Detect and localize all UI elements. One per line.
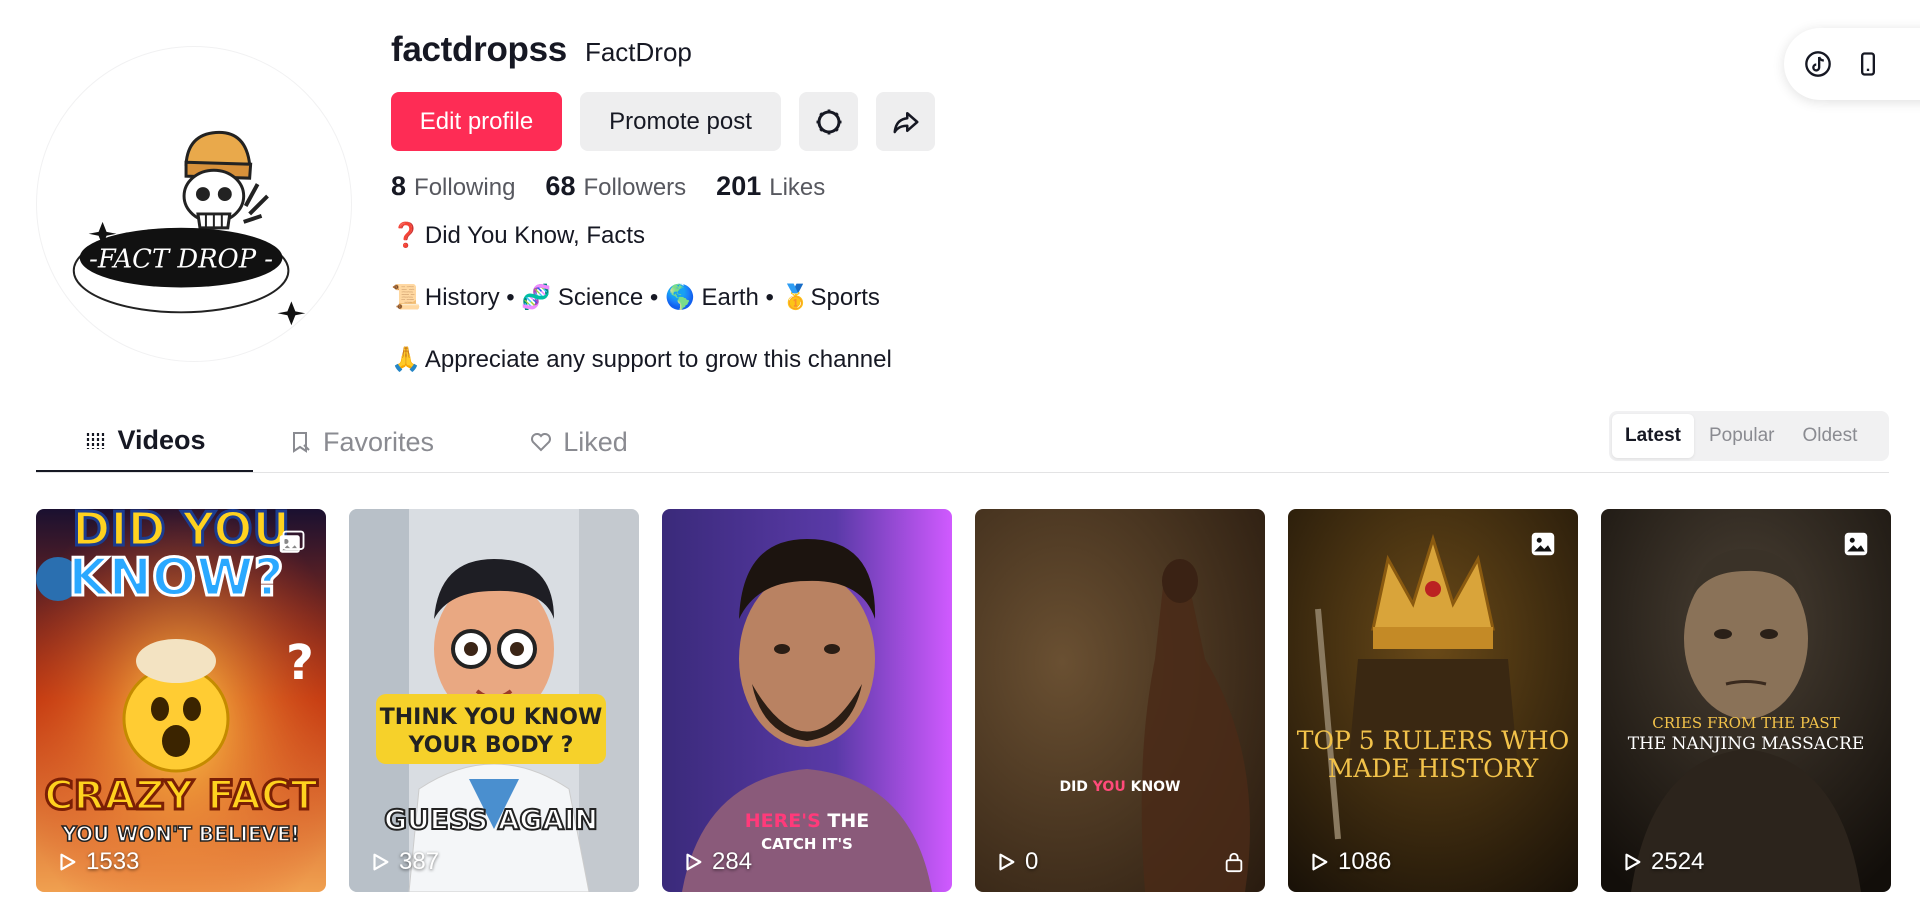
video-views-6: 2524: [1621, 848, 1704, 876]
video-card-1[interactable]: ? DID YOU KNOW? CRAZY FACT YOU WON'T BEL…: [36, 509, 326, 892]
thumb-text-did-you-know: DID YOU KNOW: [1059, 779, 1180, 795]
video-grid: ? DID YOU KNOW? CRAZY FACT YOU WON'T BEL…: [36, 509, 1891, 892]
play-icon: [1312, 853, 1328, 871]
floating-toolbar: [1784, 28, 1920, 100]
username: factdropss: [391, 30, 567, 69]
profile-info: factdropss FactDrop Edit profile Promote…: [391, 30, 1291, 380]
stat-following[interactable]: 8 Following: [391, 171, 515, 202]
video-views-5: 1086: [1308, 848, 1391, 876]
tab-liked[interactable]: Liked: [470, 411, 687, 473]
bio-line-1: ❓ Did You Know, Facts: [391, 222, 646, 249]
nickname: FactDrop: [584, 37, 692, 67]
thumb-text-wont-believe: YOU WON'T BELIEVE!: [61, 822, 300, 846]
sort-popular[interactable]: Popular: [1696, 414, 1788, 458]
play-icon: [999, 853, 1015, 871]
thumb-text-catch-its: CATCH IT'S: [761, 835, 853, 853]
bio-line-3: 🙏 Appreciate any support to grow this cha…: [391, 346, 892, 373]
avatar-logo-text: -FACT DROP -: [89, 245, 273, 275]
stat-likes: 201 Likes: [716, 171, 826, 201]
promote-post-button[interactable]: Promote post: [580, 92, 781, 151]
thumb-text-think-you-know: THINK YOU KNOW: [380, 705, 603, 730]
thumb-text-top-5-rulers: TOP 5 RULERS WHO: [1297, 726, 1569, 755]
bio: ❓ Did You Know, Facts 📜 History • 🧬 Scienc…: [391, 216, 1291, 380]
video-views-1: 1533: [56, 848, 139, 876]
thumb-text-nanjing-massacre: THE NANJING MASSACRE: [1628, 734, 1865, 754]
video-card-3[interactable]: HERE'S THE CATCH IT'S 284: [662, 509, 952, 892]
video-views-3: 284: [682, 848, 752, 876]
thumb-text-guess-again: GUESS AGAIN: [384, 803, 598, 836]
video-card-5[interactable]: TOP 5 RULERS WHO MADE HISTORY 1086: [1288, 509, 1578, 892]
bio-line-2: 📜 History • 🧬 Science • 🌎 Earth • 🥇Sports: [391, 284, 880, 311]
svg-text:?: ?: [286, 635, 314, 691]
thumb-text-your-body: YOUR BODY ?: [408, 733, 574, 758]
grid-icon: [87, 432, 105, 449]
thumb-text-know: KNOW?: [68, 548, 284, 608]
fact-drop-logo: -FACT DROP -: [72, 130, 306, 326]
tab-videos[interactable]: Videos: [36, 411, 253, 473]
video-thumbnail-2: THINK YOU KNOW YOUR BODY ? GUESS AGAIN: [349, 509, 639, 892]
play-icon: [60, 853, 76, 871]
video-thumbnail-1: ? DID YOU KNOW? CRAZY FACT YOU WON'T BEL…: [36, 509, 326, 892]
tab-favorites[interactable]: Favorites: [253, 411, 470, 473]
play-icon: [373, 853, 389, 871]
photo-icon: [1844, 532, 1868, 556]
photo-icon: [1531, 532, 1555, 556]
thumb-text-made-history: MADE HISTORY: [1328, 754, 1539, 783]
play-icon: [1625, 853, 1641, 871]
video-views-4: 0: [995, 848, 1038, 876]
video-thumbnail-4: DID YOU KNOW: [975, 509, 1265, 892]
video-thumbnail-6: CRIES FROM THE PAST THE NANJING MASSACRE: [1601, 509, 1891, 892]
video-views-2: 387: [369, 848, 439, 876]
share-icon: [893, 111, 918, 133]
bookmark-icon: [292, 432, 310, 453]
video-card-6[interactable]: CRIES FROM THE PAST THE NANJING MASSACRE…: [1601, 509, 1891, 892]
thumb-text-heres-the: HERE'S THE: [745, 810, 869, 832]
sort-toggle: Latest Popular Oldest: [1609, 411, 1889, 461]
profile-tabs: Videos Favorites Liked: [36, 411, 687, 473]
gear-icon: [816, 109, 841, 134]
video-thumbnail-3: HERE'S THE CATCH IT'S: [662, 509, 952, 892]
thumb-text-cries-from-past: CRIES FROM THE PAST: [1652, 714, 1839, 732]
profile-stats: 8 Following 68 Followers 201 Likes: [391, 171, 1291, 202]
profile-avatar[interactable]: -FACT DROP -: [36, 46, 352, 362]
heart-icon: [531, 433, 552, 452]
thumb-text-crazy-fact: CRAZY FACT: [44, 773, 318, 819]
photo-icon: [279, 530, 305, 553]
video-card-4[interactable]: DID YOU KNOW 0: [975, 509, 1265, 892]
settings-button[interactable]: [799, 92, 858, 151]
tabs-divider: [36, 472, 1889, 473]
sort-oldest[interactable]: Oldest: [1789, 414, 1870, 458]
stat-followers[interactable]: 68 Followers: [545, 171, 686, 202]
mobile-icon[interactable]: [1854, 50, 1882, 78]
video-thumbnail-5: TOP 5 RULERS WHO MADE HISTORY: [1288, 509, 1578, 892]
video-card-2[interactable]: THINK YOU KNOW YOUR BODY ? GUESS AGAIN 3…: [349, 509, 639, 892]
sort-latest[interactable]: Latest: [1612, 414, 1694, 458]
tiktok-icon[interactable]: [1804, 50, 1832, 78]
share-button[interactable]: [876, 92, 935, 151]
play-icon: [686, 853, 702, 871]
edit-profile-button[interactable]: Edit profile: [391, 92, 562, 151]
lock-icon: [1225, 852, 1243, 873]
